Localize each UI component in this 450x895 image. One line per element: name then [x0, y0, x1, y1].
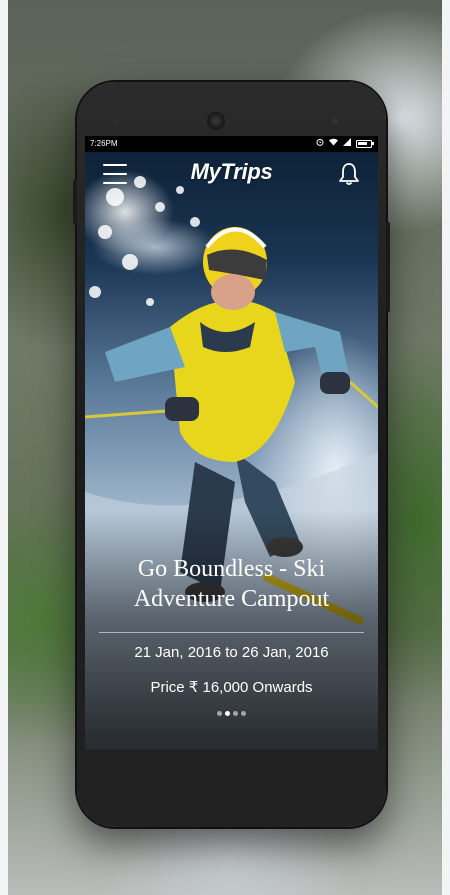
carousel-dot-3[interactable]: [233, 711, 238, 716]
trip-title[interactable]: Go Boundless - Ski Adventure Campout: [85, 554, 378, 614]
phone-screen: 7:26PM MyTrips Go Boundless - Ski Advent…: [85, 136, 378, 750]
carousel-dot-1[interactable]: [217, 711, 222, 716]
caption-divider: [99, 632, 364, 633]
carousel-dot-2[interactable]: [225, 711, 230, 716]
right-margin: [442, 0, 450, 895]
bell-icon[interactable]: [338, 162, 360, 186]
front-camera: [207, 112, 225, 130]
proximity-sensor: [113, 118, 119, 124]
wifi-icon: [329, 136, 338, 152]
volume-button: [73, 180, 77, 224]
signal-icon: [343, 136, 351, 152]
app-bar: MyTrips: [85, 152, 378, 196]
phone-frame: 7:26PM MyTrips Go Boundless - Ski Advent…: [73, 82, 390, 827]
trip-dates: 21 Jan, 2016 to 26 Jan, 2016: [134, 644, 329, 661]
alarm-icon: [316, 136, 324, 152]
left-margin: [0, 0, 8, 895]
light-sensor: [332, 118, 338, 124]
status-time: 7:26PM: [90, 139, 118, 148]
app-title: MyTrips: [190, 159, 273, 184]
carousel-indicator[interactable]: [85, 711, 378, 716]
battery-icon: [356, 140, 374, 148]
trip-price: Price ₹ 16,000 Onwards: [150, 679, 313, 696]
status-bar: 7:26PM: [85, 136, 378, 152]
carousel-dot-4[interactable]: [241, 711, 246, 716]
status-icons: [316, 136, 374, 152]
power-button: [386, 222, 390, 312]
